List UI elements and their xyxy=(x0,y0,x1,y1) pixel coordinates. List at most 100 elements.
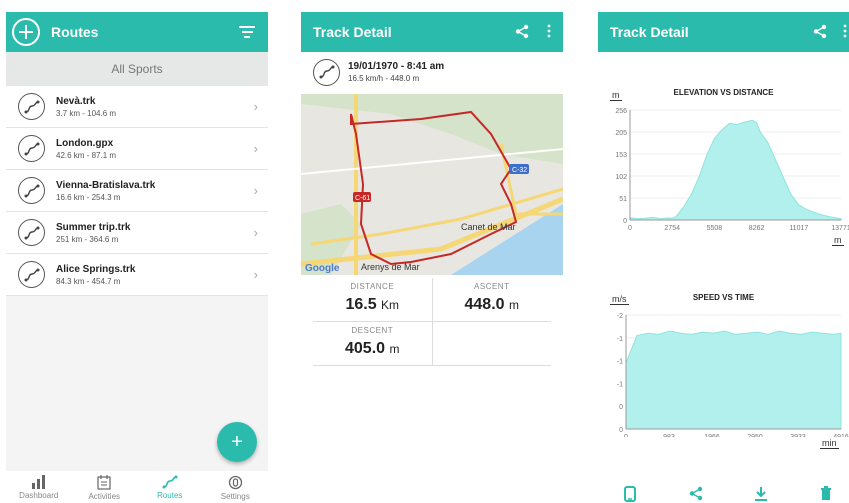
x-tick-label: 0 xyxy=(624,434,628,437)
distance-stat: DISTANCE 16.5 Km xyxy=(313,278,432,321)
route-detail: 251 km - 364.6 m xyxy=(56,234,119,244)
y-tick-label: -1 xyxy=(617,381,623,388)
distance-value: 16.5 xyxy=(345,296,377,313)
bar-chart-icon xyxy=(31,475,45,489)
route-icon xyxy=(18,261,45,288)
map-label-c61: C-61 xyxy=(355,195,370,202)
detail-title: Track Detail xyxy=(313,24,392,40)
route-detail: 84.3 km - 454.7 m xyxy=(56,276,121,286)
share-icon[interactable] xyxy=(813,24,827,39)
y-tick-label: -1 xyxy=(617,336,623,343)
speed-y-unit: m/s xyxy=(610,294,629,305)
distance-unit: Km xyxy=(381,298,400,312)
nav-item-routes[interactable]: Routes xyxy=(137,471,203,503)
route-detail: 3.7 km - 104.6 m xyxy=(56,108,117,118)
x-tick-label: 11017 xyxy=(789,225,808,232)
empty-stat xyxy=(431,322,552,365)
ascent-value: 448.0 xyxy=(464,296,505,313)
x-tick-label: 1966 xyxy=(704,434,720,437)
track-header: 19/01/1970 - 8:41 am 16.5 km/h - 448.0 m xyxy=(301,52,563,92)
x-tick-label: 2950 xyxy=(747,434,763,437)
track-date: 19/01/1970 - 8:41 am xyxy=(348,61,445,72)
y-tick-label: 0 xyxy=(619,404,623,411)
add-circle-icon[interactable] xyxy=(12,18,40,46)
nav-label: Dashboard xyxy=(19,491,59,500)
list-item[interactable]: Nevà.trk 3.7 km - 104.6 m › xyxy=(6,86,268,128)
y-tick-label: 51 xyxy=(619,196,627,203)
y-tick-label: 256 xyxy=(615,108,627,115)
add-route-button[interactable]: + xyxy=(217,422,257,462)
elevation-y-unit: m xyxy=(610,90,622,101)
chevron-right-icon: › xyxy=(253,225,258,240)
calendar-icon xyxy=(97,475,111,490)
track-detail-screen: Track Detail 19/01/1970 - 8:41 am 16.5 k… xyxy=(301,12,563,503)
more-vert-icon[interactable] xyxy=(843,24,847,38)
more-vert-icon[interactable] xyxy=(547,24,551,38)
phone-icon[interactable] xyxy=(624,486,636,502)
speed-chart-title: SPEED VS TIME xyxy=(692,293,755,302)
series-area xyxy=(629,119,842,221)
nav-label: Routes xyxy=(157,491,183,500)
chevron-right-icon: › xyxy=(253,183,258,198)
elevation-chart: 0 51 102 153 205 256 0 2754 5508 8262 11017 13771 xyxy=(615,108,849,232)
routes-screen: Routes All Sports Nevà.trk 3.7 km - 104.… xyxy=(6,12,268,503)
list-item[interactable]: London.gpx 42.6 km - 87.1 m › xyxy=(6,128,268,170)
y-tick-label: 102 xyxy=(615,174,627,181)
chevron-right-icon: › xyxy=(253,141,258,156)
google-logo: Google xyxy=(305,263,340,274)
share-icon[interactable] xyxy=(515,24,529,39)
x-tick-label: 5508 xyxy=(707,225,723,232)
plus-icon: + xyxy=(231,430,243,453)
route-icon xyxy=(313,58,340,86)
route-name: London.gpx xyxy=(56,137,114,149)
nav-label: Settings xyxy=(220,492,250,501)
nav-item-dashboard[interactable]: Dashboard xyxy=(6,471,72,503)
y-tick-label: 0 xyxy=(619,427,623,434)
sport-filter-label: All Sports xyxy=(111,62,163,76)
distance-label: DISTANCE xyxy=(350,282,395,291)
nav-item-settings[interactable]: Settings xyxy=(203,471,269,503)
charts-title: Track Detail xyxy=(610,24,689,40)
route-icon xyxy=(18,177,45,204)
route-icon xyxy=(18,93,45,120)
filter-icon[interactable] xyxy=(239,26,255,39)
route-list: Nevà.trk 3.7 km - 104.6 m › London.gpx 4… xyxy=(6,86,268,296)
route-map[interactable]: C-32 C-61 Canet de Mar Arenys de Mar Goo… xyxy=(301,94,563,275)
detail-app-bar: Track Detail xyxy=(301,12,563,52)
route-name: Summer trip.trk xyxy=(56,221,131,233)
y-tick-label: -1 xyxy=(617,359,623,366)
x-tick-label: 4916 xyxy=(833,434,849,437)
x-tick-label: 2754 xyxy=(664,225,680,232)
x-tick-label: 8262 xyxy=(749,225,765,232)
chevron-right-icon: › xyxy=(253,99,258,114)
y-tick-label: 153 xyxy=(615,152,627,159)
ascent-label: ASCENT xyxy=(474,282,510,291)
sport-filter-bar[interactable]: All Sports xyxy=(6,52,268,86)
list-item[interactable]: Summer trip.trk 251 km - 364.6 m › xyxy=(6,212,268,254)
descent-unit: m xyxy=(389,342,400,356)
y-tick-label: 0 xyxy=(623,218,627,225)
bottom-nav: Dashboard Activities Routes Settings xyxy=(6,471,268,503)
delete-icon[interactable] xyxy=(820,486,832,501)
series-area xyxy=(625,330,842,430)
track-summary: 16.5 km/h - 448.0 m xyxy=(348,74,420,83)
list-item[interactable]: Vienna-Bratislava.trk 16.6 km - 254.3 m … xyxy=(6,170,268,212)
track-charts-screen: Track Detail ELEVATION VS DISTANCE m m 0… xyxy=(598,12,849,503)
nav-item-activities[interactable]: Activities xyxy=(72,471,138,503)
download-icon[interactable] xyxy=(754,486,768,501)
map-label-canet: Canet de Mar xyxy=(461,222,516,232)
settings-icon xyxy=(228,475,242,490)
map-label-arenys: Arenys de Mar xyxy=(361,262,420,272)
route-name: Nevà.trk xyxy=(56,95,96,107)
elevation-chart-title: ELEVATION VS DISTANCE xyxy=(673,88,774,97)
list-item[interactable]: Alice Springs.trk 84.3 km - 454.7 m › xyxy=(6,254,268,296)
routes-app-bar: Routes xyxy=(6,12,268,52)
x-tick-label: 13771 xyxy=(831,225,849,232)
speed-chart: 00-1-1-1-209831966295039334916 xyxy=(617,313,849,437)
route-icon xyxy=(18,219,45,246)
x-tick-label: 3933 xyxy=(790,434,806,437)
share-icon[interactable] xyxy=(689,486,703,501)
route-detail: 16.6 km - 254.3 m xyxy=(56,192,121,202)
chart-actions xyxy=(598,486,849,503)
track-stats: DISTANCE 16.5 Km ASCENT 448.0 m DESCENT … xyxy=(313,278,551,366)
